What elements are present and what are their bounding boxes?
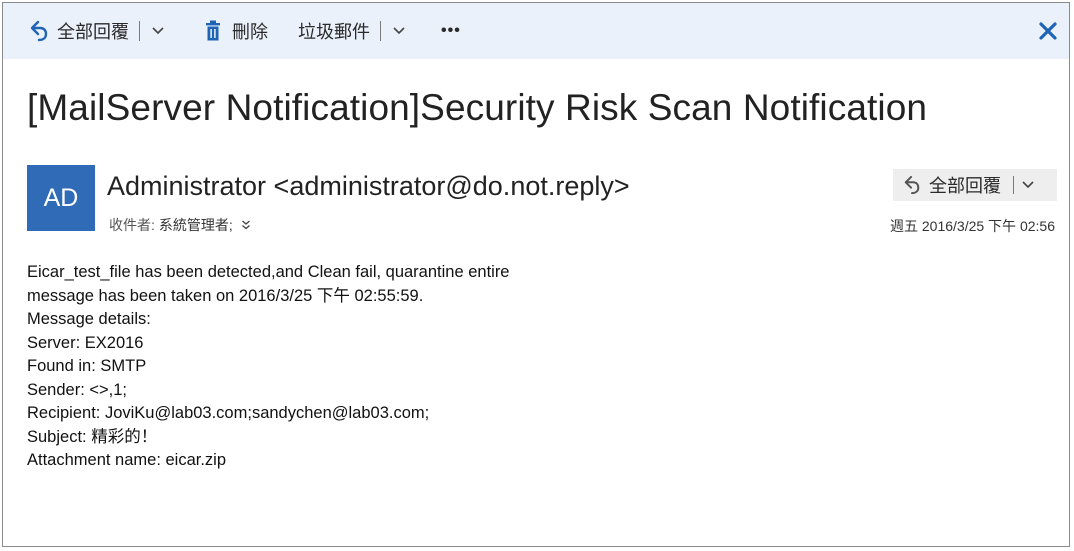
trash-icon xyxy=(204,20,222,42)
body-line: Subject: 精彩的！ xyxy=(27,427,158,446)
more-actions-button[interactable]: ••• xyxy=(441,22,461,40)
body-line: Message details: xyxy=(27,310,151,328)
double-chevron-down-icon[interactable] xyxy=(241,219,251,231)
sender-name[interactable]: Administrator <administrator@do.not.repl… xyxy=(107,171,630,202)
reply-all-icon[interactable] xyxy=(903,175,921,195)
close-icon xyxy=(1039,22,1057,40)
reply-options-chevron-icon[interactable] xyxy=(150,23,166,39)
body-line: Attachment name: eicar.zip xyxy=(27,451,227,469)
toolbar-divider xyxy=(380,21,381,41)
recipient-item[interactable]: 系統管理者; xyxy=(159,215,233,235)
split-divider xyxy=(1013,176,1014,194)
avatar-initials: AD xyxy=(43,183,79,212)
body-line: Server: EX2016 xyxy=(27,333,144,352)
chevron-down-icon[interactable] xyxy=(1020,177,1036,193)
junk-options-chevron-icon[interactable] xyxy=(391,23,407,39)
delete-label: 刪除 xyxy=(232,22,268,42)
body-line: Recipient: JoviKu@lab03.com;sandychen@la… xyxy=(27,404,430,422)
body-line: message has been taken on 2016/3/25 下午 0… xyxy=(27,286,424,305)
reply-all-button[interactable]: 全部回覆 xyxy=(929,172,1001,198)
delete-button[interactable]: 刪除 xyxy=(204,18,268,44)
message-toolbar: 全部回覆 刪除 垃圾郵件 ••• xyxy=(3,3,1069,59)
close-button[interactable] xyxy=(1037,20,1059,42)
message-date: 週五 2016/3/25 下午 02:56 xyxy=(890,218,1055,234)
more-actions-label: ••• xyxy=(441,22,461,39)
recipients-line: 收件者: 系統管理者; xyxy=(109,215,251,235)
message-body: Eicar_test_file has been detected,and Cl… xyxy=(27,261,510,473)
toolbar-divider xyxy=(139,21,140,41)
avatar: AD xyxy=(27,165,95,231)
message-subject: [MailServer Notification]Security Risk S… xyxy=(27,87,928,128)
body-line: Found in: SMTP xyxy=(27,357,147,375)
junk-button[interactable]: 垃圾郵件 xyxy=(298,18,370,44)
reply-all-button[interactable]: 全部回覆 xyxy=(29,18,129,44)
junk-label: 垃圾郵件 xyxy=(298,22,370,42)
recipients-label: 收件者: xyxy=(109,217,155,233)
reply-all-label: 全部回覆 xyxy=(57,22,129,42)
body-line: Eicar_test_file has been detected,and Cl… xyxy=(27,263,510,281)
reply-all-icon xyxy=(29,20,49,42)
body-line: Sender: <>,1; xyxy=(27,380,127,399)
reply-all-split-button: 全部回覆 xyxy=(893,169,1057,201)
message-window: 全部回覆 刪除 垃圾郵件 ••• [MailServer Notificatio… xyxy=(2,2,1070,547)
